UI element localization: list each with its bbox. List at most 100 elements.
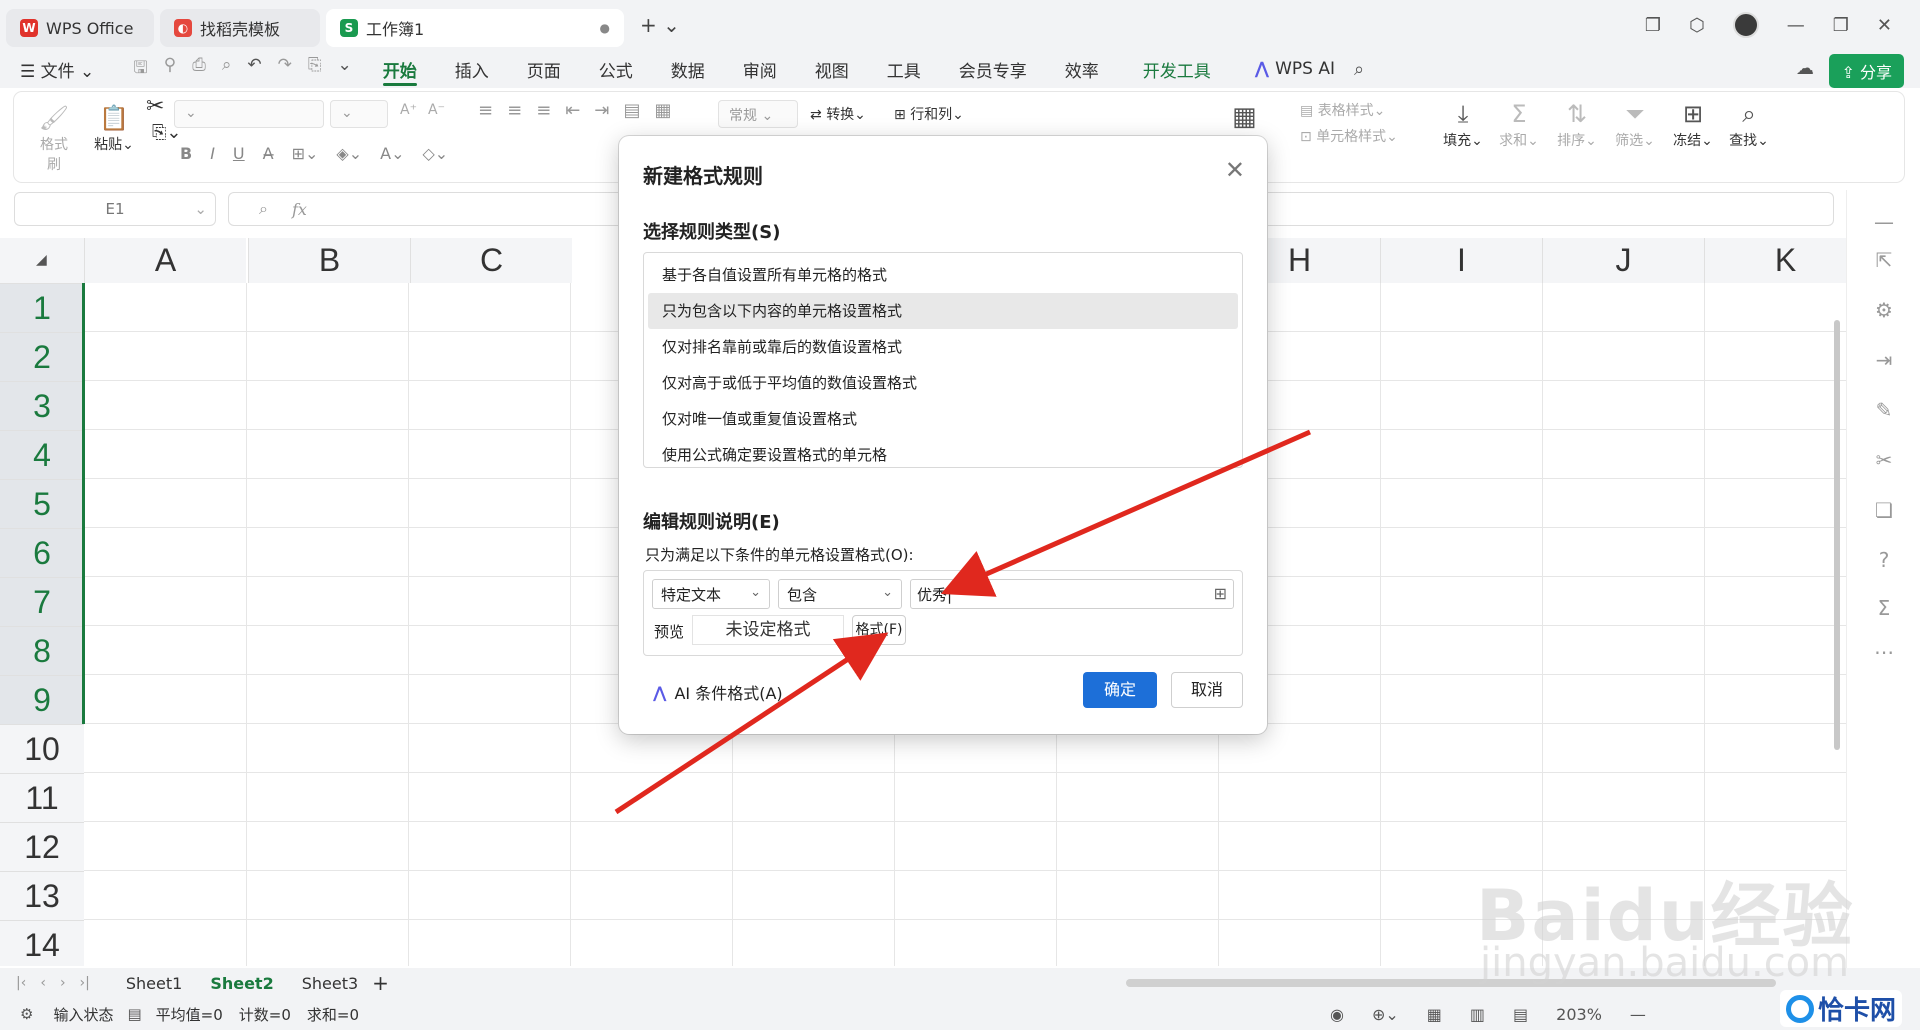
tab-review[interactable]: 审阅 [724, 50, 796, 88]
number-format-select[interactable]: 常规 ⌄ [718, 100, 798, 128]
sheet-tab-1[interactable]: Sheet1 [112, 974, 196, 993]
indent-right-icon[interactable]: ⇥ [594, 100, 609, 121]
zoom-out-icon[interactable]: — [1630, 1005, 1646, 1024]
format-painter-button[interactable]: 🖌 格式刷 [34, 102, 74, 174]
rule-type-option[interactable]: 基于各自值设置所有单元格的格式 [648, 257, 1238, 293]
row-header-10[interactable]: 10 [0, 724, 84, 773]
doc-icon[interactable]: ▤ [113, 1005, 155, 1023]
column-header-a[interactable]: A [84, 238, 246, 283]
rule-type-option[interactable]: 使用公式确定要设置格式的单元格 [648, 437, 1238, 473]
tab-member[interactable]: 会员专享 [940, 50, 1046, 88]
operator-select[interactable]: 包含 ⌄ [778, 579, 902, 609]
tab-developer[interactable]: 开发工具 [1124, 50, 1230, 88]
rule-type-option[interactable]: 仅对排名靠前或靠后的数值设置格式 [648, 329, 1238, 365]
row-header-1[interactable]: 1 [0, 283, 84, 332]
minimize-icon[interactable]: — [1787, 15, 1805, 36]
tab-page[interactable]: 页面 [508, 50, 580, 88]
freeze-button[interactable]: ⊞ 冻结⌄ [1670, 98, 1716, 150]
convert-button[interactable]: ⇄ 转换⌄ [810, 104, 866, 124]
print-icon[interactable]: ⎙ [192, 55, 206, 84]
collapse-icon[interactable]: — [1871, 210, 1897, 234]
sort-button[interactable]: ⇅ 排序⌄ [1554, 98, 1600, 150]
row-header-13[interactable]: 13 [0, 871, 84, 920]
settings-sliders-icon[interactable]: ⚙ [1871, 298, 1897, 322]
maximize-icon[interactable]: ❐ [1833, 15, 1849, 36]
undo-icon[interactable]: ↶ [247, 55, 261, 84]
tab-view[interactable]: 视图 [796, 50, 868, 88]
clear-icon[interactable]: ◇⌄ [422, 144, 448, 163]
font-family-select[interactable]: ⌄ [174, 100, 324, 128]
fill-color-icon[interactable]: ◈⌄ [336, 144, 362, 163]
font-size-select[interactable]: ⌄ [330, 100, 388, 128]
help-icon[interactable]: ? [1871, 548, 1897, 572]
row-header-2[interactable]: 2 [0, 332, 84, 381]
unsaved-dot-icon[interactable]: ● [600, 21, 610, 35]
export-icon[interactable]: ⇥ [1871, 348, 1897, 372]
column-header-i[interactable]: I [1380, 238, 1542, 283]
column-header-b[interactable]: B [248, 238, 410, 283]
cloud-sync-icon[interactable]: ☁ [1796, 58, 1814, 79]
conditional-format-icon[interactable]: ▦ [1232, 102, 1257, 132]
shrink-font-icon[interactable]: A⁻ [428, 102, 445, 118]
file-menu[interactable]: ☰ 文件 ⌄ [0, 50, 113, 88]
export-icon[interactable]: ⎘ [308, 55, 322, 84]
sheet-tab-2[interactable]: Sheet2 [196, 974, 287, 993]
grow-font-icon[interactable]: A⁺ [400, 102, 417, 118]
rule-type-option-selected[interactable]: 只为包含以下内容的单元格设置格式 [648, 293, 1238, 329]
row-header-4[interactable]: 4 [0, 430, 84, 479]
column-header-c[interactable]: C [410, 238, 572, 283]
row-header-9[interactable]: 9 [0, 675, 84, 724]
save-icon[interactable]: 🖫 [133, 55, 147, 84]
underline-icon[interactable]: U [233, 144, 245, 163]
last-sheet-icon[interactable]: ›| [80, 975, 90, 991]
tab-wps-office[interactable]: W WPS Office [6, 9, 154, 47]
macro-icon[interactable]: ⚙ [0, 1005, 53, 1023]
restore-tabs-icon[interactable]: ❐ [1645, 15, 1661, 36]
column-header-j[interactable]: J [1542, 238, 1704, 283]
cancel-button[interactable]: 取消 [1171, 672, 1243, 708]
rule-type-option[interactable]: 仅对高于或低于平均值的数值设置格式 [648, 365, 1238, 401]
next-sheet-icon[interactable]: › [60, 975, 66, 991]
tab-formulas[interactable]: 公式 [580, 50, 652, 88]
sheet-tab-3[interactable]: Sheet3 [288, 974, 372, 993]
strikethrough-icon[interactable]: A̶ [263, 144, 274, 163]
sum-button[interactable]: Σ 求和⌄ [1496, 98, 1542, 150]
align-middle-icon[interactable]: ≡ [507, 100, 522, 121]
book-icon[interactable]: ❏ [1871, 498, 1897, 522]
row-header-5[interactable]: 5 [0, 479, 84, 528]
zoom-level[interactable]: 203% [1556, 1005, 1602, 1024]
name-box[interactable]: E1 ⌄ [14, 192, 216, 226]
tab-data[interactable]: 数据 [652, 50, 724, 88]
cube-icon[interactable]: ⬡ [1689, 15, 1705, 36]
tab-tools[interactable]: 工具 [868, 50, 940, 88]
fill-button[interactable]: ⤓ 填充⌄ [1440, 98, 1486, 150]
close-icon[interactable]: ✕ [1225, 156, 1245, 184]
condition-type-select[interactable]: 特定文本 ⌄ [652, 579, 770, 609]
italic-icon[interactable]: I [210, 144, 215, 163]
border-icon[interactable]: ⊞⌄ [292, 144, 319, 163]
align-bottom-icon[interactable]: ≡ [536, 100, 551, 121]
paste-button[interactable]: 📋 粘贴⌄ [92, 102, 136, 154]
tab-home[interactable]: 开始 [364, 50, 436, 88]
row-header-6[interactable]: 6 [0, 528, 84, 577]
share-button[interactable]: ⇪ 分享 [1829, 54, 1904, 88]
scroll-thumb[interactable] [1834, 320, 1840, 750]
row-header-7[interactable]: 7 [0, 577, 84, 626]
row-header-11[interactable]: 11 [0, 773, 84, 822]
tools-icon[interactable]: ✂ [1871, 448, 1897, 472]
cut-icon[interactable]: ✂ [146, 94, 164, 119]
close-window-icon[interactable]: ✕ [1877, 15, 1892, 36]
redo-icon[interactable]: ↷ [278, 55, 292, 84]
search-icon[interactable]: ⌕ [1354, 59, 1364, 80]
bold-icon[interactable]: B [180, 144, 192, 163]
align-top-icon[interactable]: ≡ [478, 100, 493, 121]
add-sheet-icon[interactable]: + [372, 971, 389, 995]
share-link-icon[interactable]: ⚲ [164, 55, 176, 84]
page-layout-icon[interactable]: ▥ [1470, 1005, 1485, 1024]
normal-view-icon[interactable]: ▦ [1427, 1005, 1442, 1024]
condition-value-input[interactable]: 优秀| ⊞ [910, 579, 1234, 609]
select-icon[interactable]: ⇱ [1871, 248, 1897, 272]
find-button[interactable]: ⌕ 查找⌄ [1726, 98, 1772, 150]
rule-type-option[interactable]: 仅对唯一值或重复值设置格式 [648, 401, 1238, 437]
ai-conditional-format-button[interactable]: ⋀ AI 条件格式(A) [653, 680, 783, 704]
